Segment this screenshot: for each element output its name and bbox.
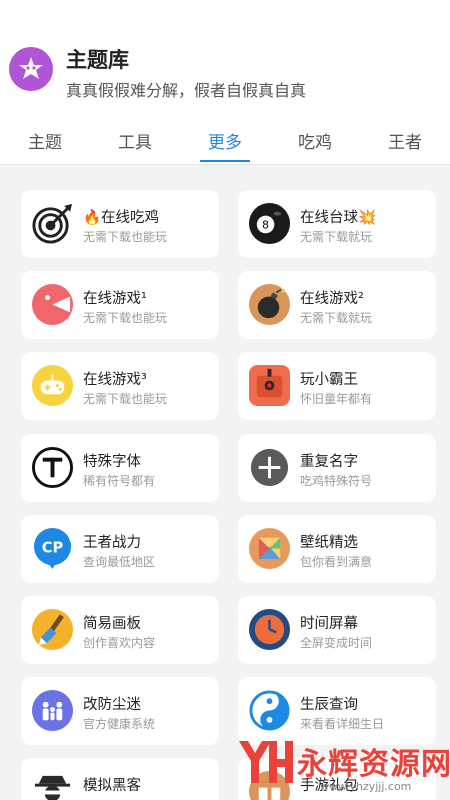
card-title: 生辰查询 bbox=[300, 697, 358, 713]
bomb-icon bbox=[248, 283, 291, 326]
card-subtitle: 怀旧童年都有 bbox=[300, 392, 373, 406]
yin-yang-icon bbox=[249, 690, 290, 731]
plus-icon bbox=[250, 448, 289, 487]
card-title: 模拟黑客 bbox=[83, 778, 141, 794]
card-title: 在线游戏² bbox=[300, 291, 364, 307]
card-title: 特殊字体 bbox=[83, 454, 141, 470]
card-online-game-1[interactable]: 在线游戏¹ 无需下载也能玩 bbox=[21, 271, 219, 339]
card-subtitle: 来看看详细生日 bbox=[300, 717, 385, 731]
card-online-game-2[interactable]: 在线游戏² 无需下载就玩 bbox=[238, 271, 436, 339]
target-icon bbox=[32, 203, 73, 244]
card-subtitle: 查询最低地区 bbox=[83, 555, 156, 569]
card-subtitle: 无需下载就玩 bbox=[300, 311, 373, 325]
card-title: 简易画板 bbox=[83, 616, 141, 632]
card-wallpaper[interactable]: 壁纸精选 包你看到满意 bbox=[238, 515, 436, 583]
card-online-pubg[interactable]: 🔥在线吃鸡 无需下载也能玩 bbox=[21, 190, 219, 258]
feature-grid: 🔥在线吃鸡 无需下载也能玩 8 在线台球💥 无需下载就玩 在线游戏¹ 无需下载也… bbox=[0, 165, 450, 800]
card-duplicate-name[interactable]: 重复名字 吃鸡特殊符号 bbox=[238, 434, 436, 502]
card-title: 壁纸精选 bbox=[300, 535, 358, 551]
card-title: 🔥在线吃鸡 bbox=[83, 210, 160, 226]
app-subtitle: 真真假假难分解，假者自假真自真 bbox=[66, 81, 307, 100]
font-t-icon bbox=[31, 446, 74, 489]
tab-pubg[interactable]: 吃鸡 bbox=[275, 128, 355, 153]
brush-icon bbox=[31, 608, 74, 651]
tab-theme[interactable]: 主题 bbox=[5, 128, 85, 153]
card-subtitle: 全屏变成时间 bbox=[300, 636, 373, 650]
card-special-font[interactable]: 特殊字体 稀有符号都有 bbox=[21, 434, 219, 502]
card-time-screen[interactable]: 时间屏幕 全屏变成时间 bbox=[238, 596, 436, 664]
card-title: 在线台球💥 bbox=[300, 210, 377, 226]
console-icon bbox=[248, 364, 291, 407]
site-watermark: 永辉资源网 www.yhzyjjj.com bbox=[235, 735, 450, 800]
card-title: 在线游戏¹ bbox=[83, 291, 147, 307]
card-subtitle: 创作喜欢内容 bbox=[83, 636, 156, 650]
card-hacker-sim[interactable]: 模拟黑客 bbox=[21, 758, 219, 800]
svg-text:CP: CP bbox=[42, 539, 64, 556]
gamepad-icon bbox=[31, 364, 74, 407]
family-icon bbox=[31, 689, 74, 732]
cp-icon: CP bbox=[33, 527, 72, 570]
hacker-icon bbox=[34, 775, 71, 800]
tab-bar: 主题 工具 更多 吃鸡 王者 bbox=[0, 118, 450, 165]
card-online-billiards[interactable]: 8 在线台球💥 无需下载就玩 bbox=[238, 190, 436, 258]
card-subtitle: 无需下载就玩 bbox=[300, 230, 373, 244]
card-subtitle: 吃鸡特殊符号 bbox=[300, 474, 373, 488]
watermark-logo-icon bbox=[239, 741, 293, 783]
star-icon bbox=[19, 57, 43, 79]
card-online-game-3[interactable]: 在线游戏³ 无需下载也能玩 bbox=[21, 352, 219, 420]
card-title: 时间屏幕 bbox=[300, 616, 358, 632]
card-title: 王者战力 bbox=[83, 535, 141, 551]
card-subtitle: 无需下载也能玩 bbox=[83, 392, 168, 406]
card-sketchpad[interactable]: 简易画板 创作喜欢内容 bbox=[21, 596, 219, 664]
wallpaper-icon bbox=[248, 527, 291, 570]
svg-text:8: 8 bbox=[262, 218, 269, 231]
card-title: 在线游戏³ bbox=[83, 372, 147, 388]
card-title: 改防尘迷 bbox=[83, 697, 141, 713]
clock-icon bbox=[248, 608, 291, 651]
app-header: 主题库 真真假假难分解，假者自假真自真 bbox=[0, 0, 450, 118]
tab-tools[interactable]: 工具 bbox=[95, 128, 175, 153]
tab-honor[interactable]: 王者 bbox=[365, 128, 445, 153]
card-anti-addiction[interactable]: 改防尘迷 官方健康系统 bbox=[21, 677, 219, 745]
card-play-xiaobawang[interactable]: 玩小霸王 怀旧童年都有 bbox=[238, 352, 436, 420]
card-subtitle: 包你看到满意 bbox=[300, 555, 373, 569]
active-tab-indicator bbox=[200, 160, 250, 162]
card-title: 玩小霸王 bbox=[300, 372, 358, 388]
watermark-text: 永辉资源网 bbox=[297, 747, 450, 782]
card-subtitle: 官方健康系统 bbox=[83, 717, 156, 731]
tab-more[interactable]: 更多 bbox=[185, 128, 265, 153]
card-honor-power[interactable]: CP 王者战力 查询最低地区 bbox=[21, 515, 219, 583]
app-logo bbox=[9, 47, 53, 91]
card-subtitle: 无需下载也能玩 bbox=[83, 311, 168, 325]
card-subtitle: 稀有符号都有 bbox=[83, 474, 156, 488]
pacman-icon bbox=[31, 283, 74, 326]
app-title: 主题库 bbox=[66, 48, 129, 72]
watermark-url: www.yhzyjjj.com bbox=[320, 780, 412, 793]
card-subtitle: 无需下载也能玩 bbox=[83, 230, 168, 244]
billiard-ball-icon: 8 bbox=[248, 202, 291, 245]
card-title: 重复名字 bbox=[300, 454, 358, 470]
